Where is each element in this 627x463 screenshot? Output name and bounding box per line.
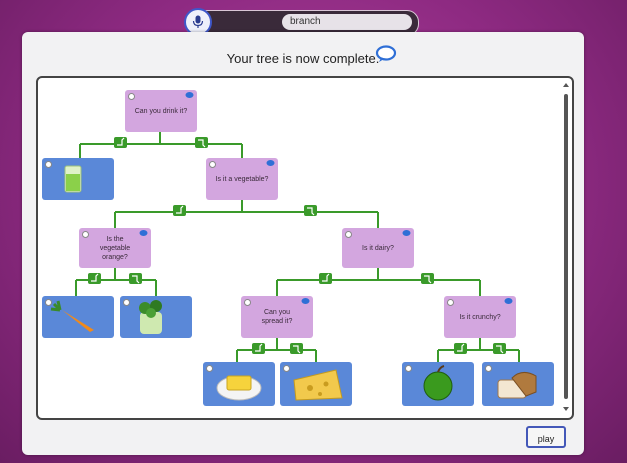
speech-icon[interactable] <box>185 92 194 99</box>
question-text: Can you drink it? <box>134 107 188 115</box>
speech-icon[interactable] <box>266 160 275 167</box>
vertical-scrollbar[interactable] <box>563 82 569 412</box>
speech-icon[interactable] <box>139 230 148 237</box>
select-circle-icon[interactable] <box>209 161 216 168</box>
decision-tree-canvas: Can you drink it? Is it a vegetable? Is … <box>36 76 574 420</box>
thumb-no-icon <box>304 205 317 216</box>
question-text: Is it dairy? <box>362 244 394 252</box>
apple-icon <box>423 365 453 401</box>
cheese-icon <box>293 369 343 401</box>
select-circle-icon[interactable] <box>405 365 412 372</box>
select-circle-icon[interactable] <box>45 161 52 168</box>
select-circle-icon[interactable] <box>123 299 130 306</box>
bread-icon <box>497 372 537 399</box>
question-node-drink[interactable]: Can you drink it? <box>125 90 197 132</box>
scroll-up-icon[interactable] <box>563 82 569 88</box>
select-circle-icon[interactable] <box>82 231 89 238</box>
butter-icon <box>216 375 262 401</box>
answer-card-cheese[interactable] <box>280 362 352 406</box>
answer-card-butter[interactable] <box>203 362 275 406</box>
thumb-yes-icon <box>88 273 101 284</box>
select-circle-icon[interactable] <box>283 365 290 372</box>
select-circle-icon[interactable] <box>206 365 213 372</box>
question-text: Is it a vegetable? <box>215 175 269 183</box>
speech-bubble-icon[interactable] <box>375 45 397 63</box>
answer-card-carrot[interactable] <box>42 296 114 338</box>
select-circle-icon[interactable] <box>345 231 352 238</box>
question-node-dairy[interactable]: Is it dairy? <box>342 228 414 268</box>
microphone-icon <box>192 15 204 28</box>
celery-icon <box>139 300 162 334</box>
answer-card-bread[interactable] <box>482 362 554 406</box>
thumb-no-icon <box>493 343 506 354</box>
question-node-crunchy[interactable]: Is it crunchy? <box>444 296 516 338</box>
answer-card-juice[interactable] <box>42 158 114 200</box>
search-input[interactable]: branch <box>282 14 412 30</box>
juice-glass-icon <box>64 165 82 193</box>
completion-message: Your tree is now complete. <box>226 51 380 66</box>
carrot-icon <box>50 300 94 332</box>
thumb-yes-icon <box>252 343 265 354</box>
thumb-no-icon <box>129 273 142 284</box>
speech-icon[interactable] <box>402 230 411 237</box>
thumb-no-icon <box>195 137 208 148</box>
question-node-spread[interactable]: Can you spread it? <box>241 296 313 338</box>
question-text: Can you spread it? <box>261 309 293 325</box>
play-button[interactable]: play <box>526 426 566 448</box>
speech-icon[interactable] <box>504 298 513 305</box>
speech-icon[interactable] <box>301 298 310 305</box>
select-circle-icon[interactable] <box>447 299 454 306</box>
thumb-yes-icon <box>173 205 186 216</box>
thumb-yes-icon <box>114 137 127 148</box>
question-text: Is it crunchy? <box>459 313 501 321</box>
question-text: Is the vegetable orange? <box>99 235 131 261</box>
question-node-vegetable[interactable]: Is it a vegetable? <box>206 158 278 200</box>
answer-card-apple[interactable] <box>402 362 474 406</box>
thumb-no-icon <box>421 273 434 284</box>
question-node-orange[interactable]: Is the vegetable orange? <box>79 228 151 268</box>
answer-card-celery[interactable] <box>120 296 192 338</box>
select-circle-icon[interactable] <box>45 299 52 306</box>
thumb-yes-icon <box>319 273 332 284</box>
thumb-no-icon <box>290 343 303 354</box>
select-circle-icon[interactable] <box>128 93 135 100</box>
thumb-yes-icon <box>454 343 467 354</box>
scroll-down-icon[interactable] <box>563 406 569 412</box>
select-circle-icon[interactable] <box>244 299 251 306</box>
scrollbar-thumb[interactable] <box>564 94 568 399</box>
main-panel: Your tree is now complete. Can you drink… <box>22 32 584 455</box>
select-circle-icon[interactable] <box>485 365 492 372</box>
